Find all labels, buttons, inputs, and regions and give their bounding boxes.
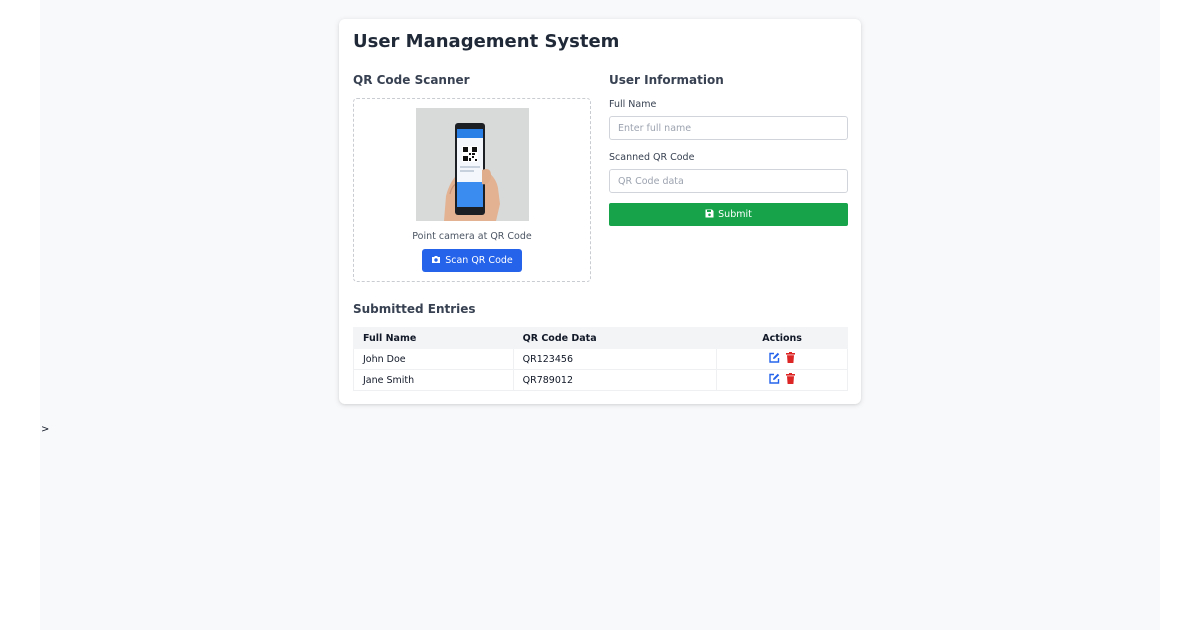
camera-icon <box>431 255 441 267</box>
scan-hint-text: Point camera at QR Code <box>412 231 532 242</box>
edit-icon[interactable] <box>769 352 780 366</box>
scanned-qr-label: Scanned QR Code <box>609 152 695 163</box>
submit-button[interactable]: Submit <box>609 203 848 226</box>
table-row: Jane Smith QR789012 <box>353 369 848 391</box>
column-header-full-name: Full Name <box>353 327 514 349</box>
camera-preview-image <box>416 108 529 221</box>
scan-qr-button-label: Scan QR Code <box>445 255 513 266</box>
qr-code-input[interactable] <box>609 169 848 193</box>
main-card: User Management System QR Code Scanner P… <box>339 19 861 404</box>
edit-icon[interactable] <box>769 373 780 387</box>
cell-qr-code: QR789012 <box>512 369 718 391</box>
page-title: User Management System <box>353 31 620 52</box>
submit-button-label: Submit <box>718 209 752 220</box>
cell-actions <box>716 369 848 391</box>
full-name-label: Full Name <box>609 99 657 110</box>
full-name-input[interactable] <box>609 116 848 140</box>
entries-heading: Submitted Entries <box>353 302 476 316</box>
scanner-panel: Point camera at QR Code Scan QR Code <box>353 98 591 282</box>
scanner-heading: QR Code Scanner <box>353 73 470 87</box>
scan-qr-button[interactable]: Scan QR Code <box>422 249 522 272</box>
table-row: John Doe QR123456 <box>353 348 848 370</box>
user-info-heading: User Information <box>609 73 724 87</box>
cell-qr-code: QR123456 <box>512 348 718 370</box>
table-header-row: Full Name QR Code Data Actions <box>353 327 848 349</box>
trash-icon[interactable] <box>786 352 796 366</box>
column-header-actions: Actions <box>716 327 848 349</box>
trash-icon[interactable] <box>786 373 796 387</box>
column-header-qr-code: QR Code Data <box>512 327 718 349</box>
entries-table: Full Name QR Code Data Actions John Doe … <box>353 327 848 391</box>
save-icon <box>705 209 714 221</box>
cell-actions <box>716 348 848 370</box>
cell-full-name: Jane Smith <box>353 369 514 391</box>
stray-text: > <box>41 424 50 435</box>
cell-full-name: John Doe <box>353 348 514 370</box>
